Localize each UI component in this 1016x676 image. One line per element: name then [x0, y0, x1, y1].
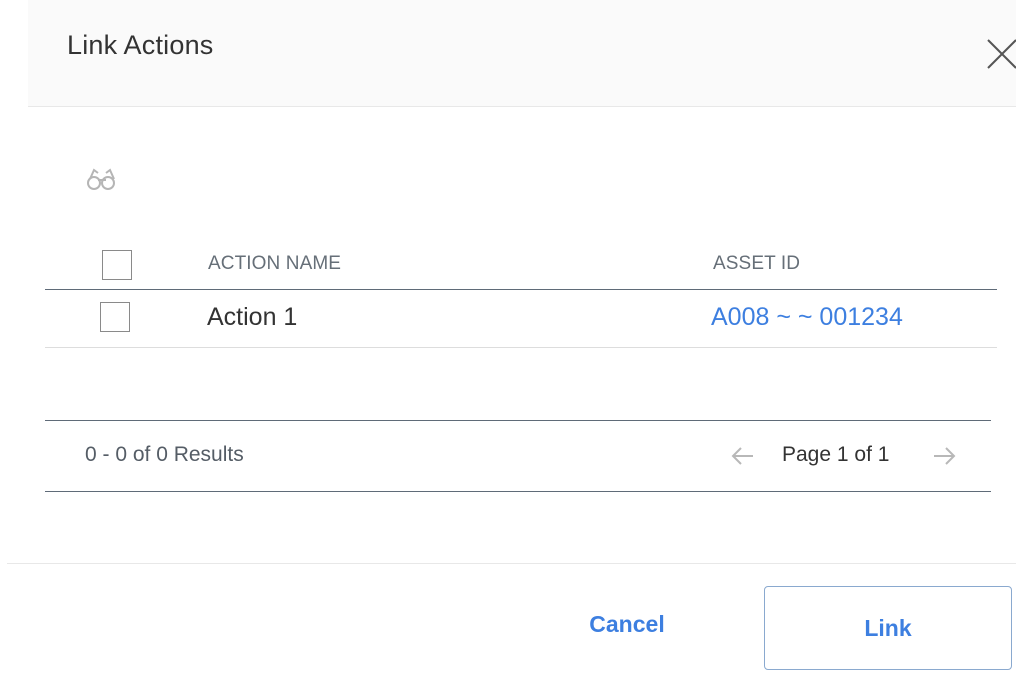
close-button[interactable]	[982, 34, 1016, 74]
dialog-title: Link Actions	[67, 30, 214, 60]
grid-header: ACTION NAME ASSET ID	[45, 240, 997, 290]
pagination-bar: 0 - 0 of 0 Results Page 1 of 1	[45, 420, 991, 492]
arrow-right-icon	[934, 447, 956, 465]
column-header-asset-id[interactable]: ASSET ID	[713, 253, 800, 275]
binoculars-icon	[87, 168, 115, 190]
prev-page-button[interactable]	[729, 441, 757, 471]
link-actions-dialog: Link Actions ACTION NAME ASSET ID Action…	[0, 0, 1016, 676]
results-count: 0 - 0 of 0 Results	[85, 443, 244, 466]
page-indicator: Page 1 of 1	[782, 443, 890, 466]
dialog-header: Link Actions	[28, 0, 1016, 107]
arrow-left-icon	[731, 447, 753, 465]
link-button[interactable]: Link	[764, 586, 1012, 670]
dialog-footer: Cancel Link	[7, 563, 1016, 676]
cancel-button[interactable]: Cancel	[547, 588, 707, 660]
search-button[interactable]	[85, 165, 119, 195]
close-icon	[987, 39, 1016, 69]
table-row[interactable]: Action 1 A008 ~ ~ 001234	[45, 290, 997, 348]
next-page-button[interactable]	[930, 441, 958, 471]
asset-id-link[interactable]: A008 ~ ~ 001234	[711, 303, 903, 332]
row-checkbox[interactable]	[100, 302, 130, 332]
action-name-cell: Action 1	[207, 303, 298, 331]
column-header-action-name[interactable]: ACTION NAME	[208, 253, 341, 275]
select-all-checkbox[interactable]	[102, 250, 132, 280]
